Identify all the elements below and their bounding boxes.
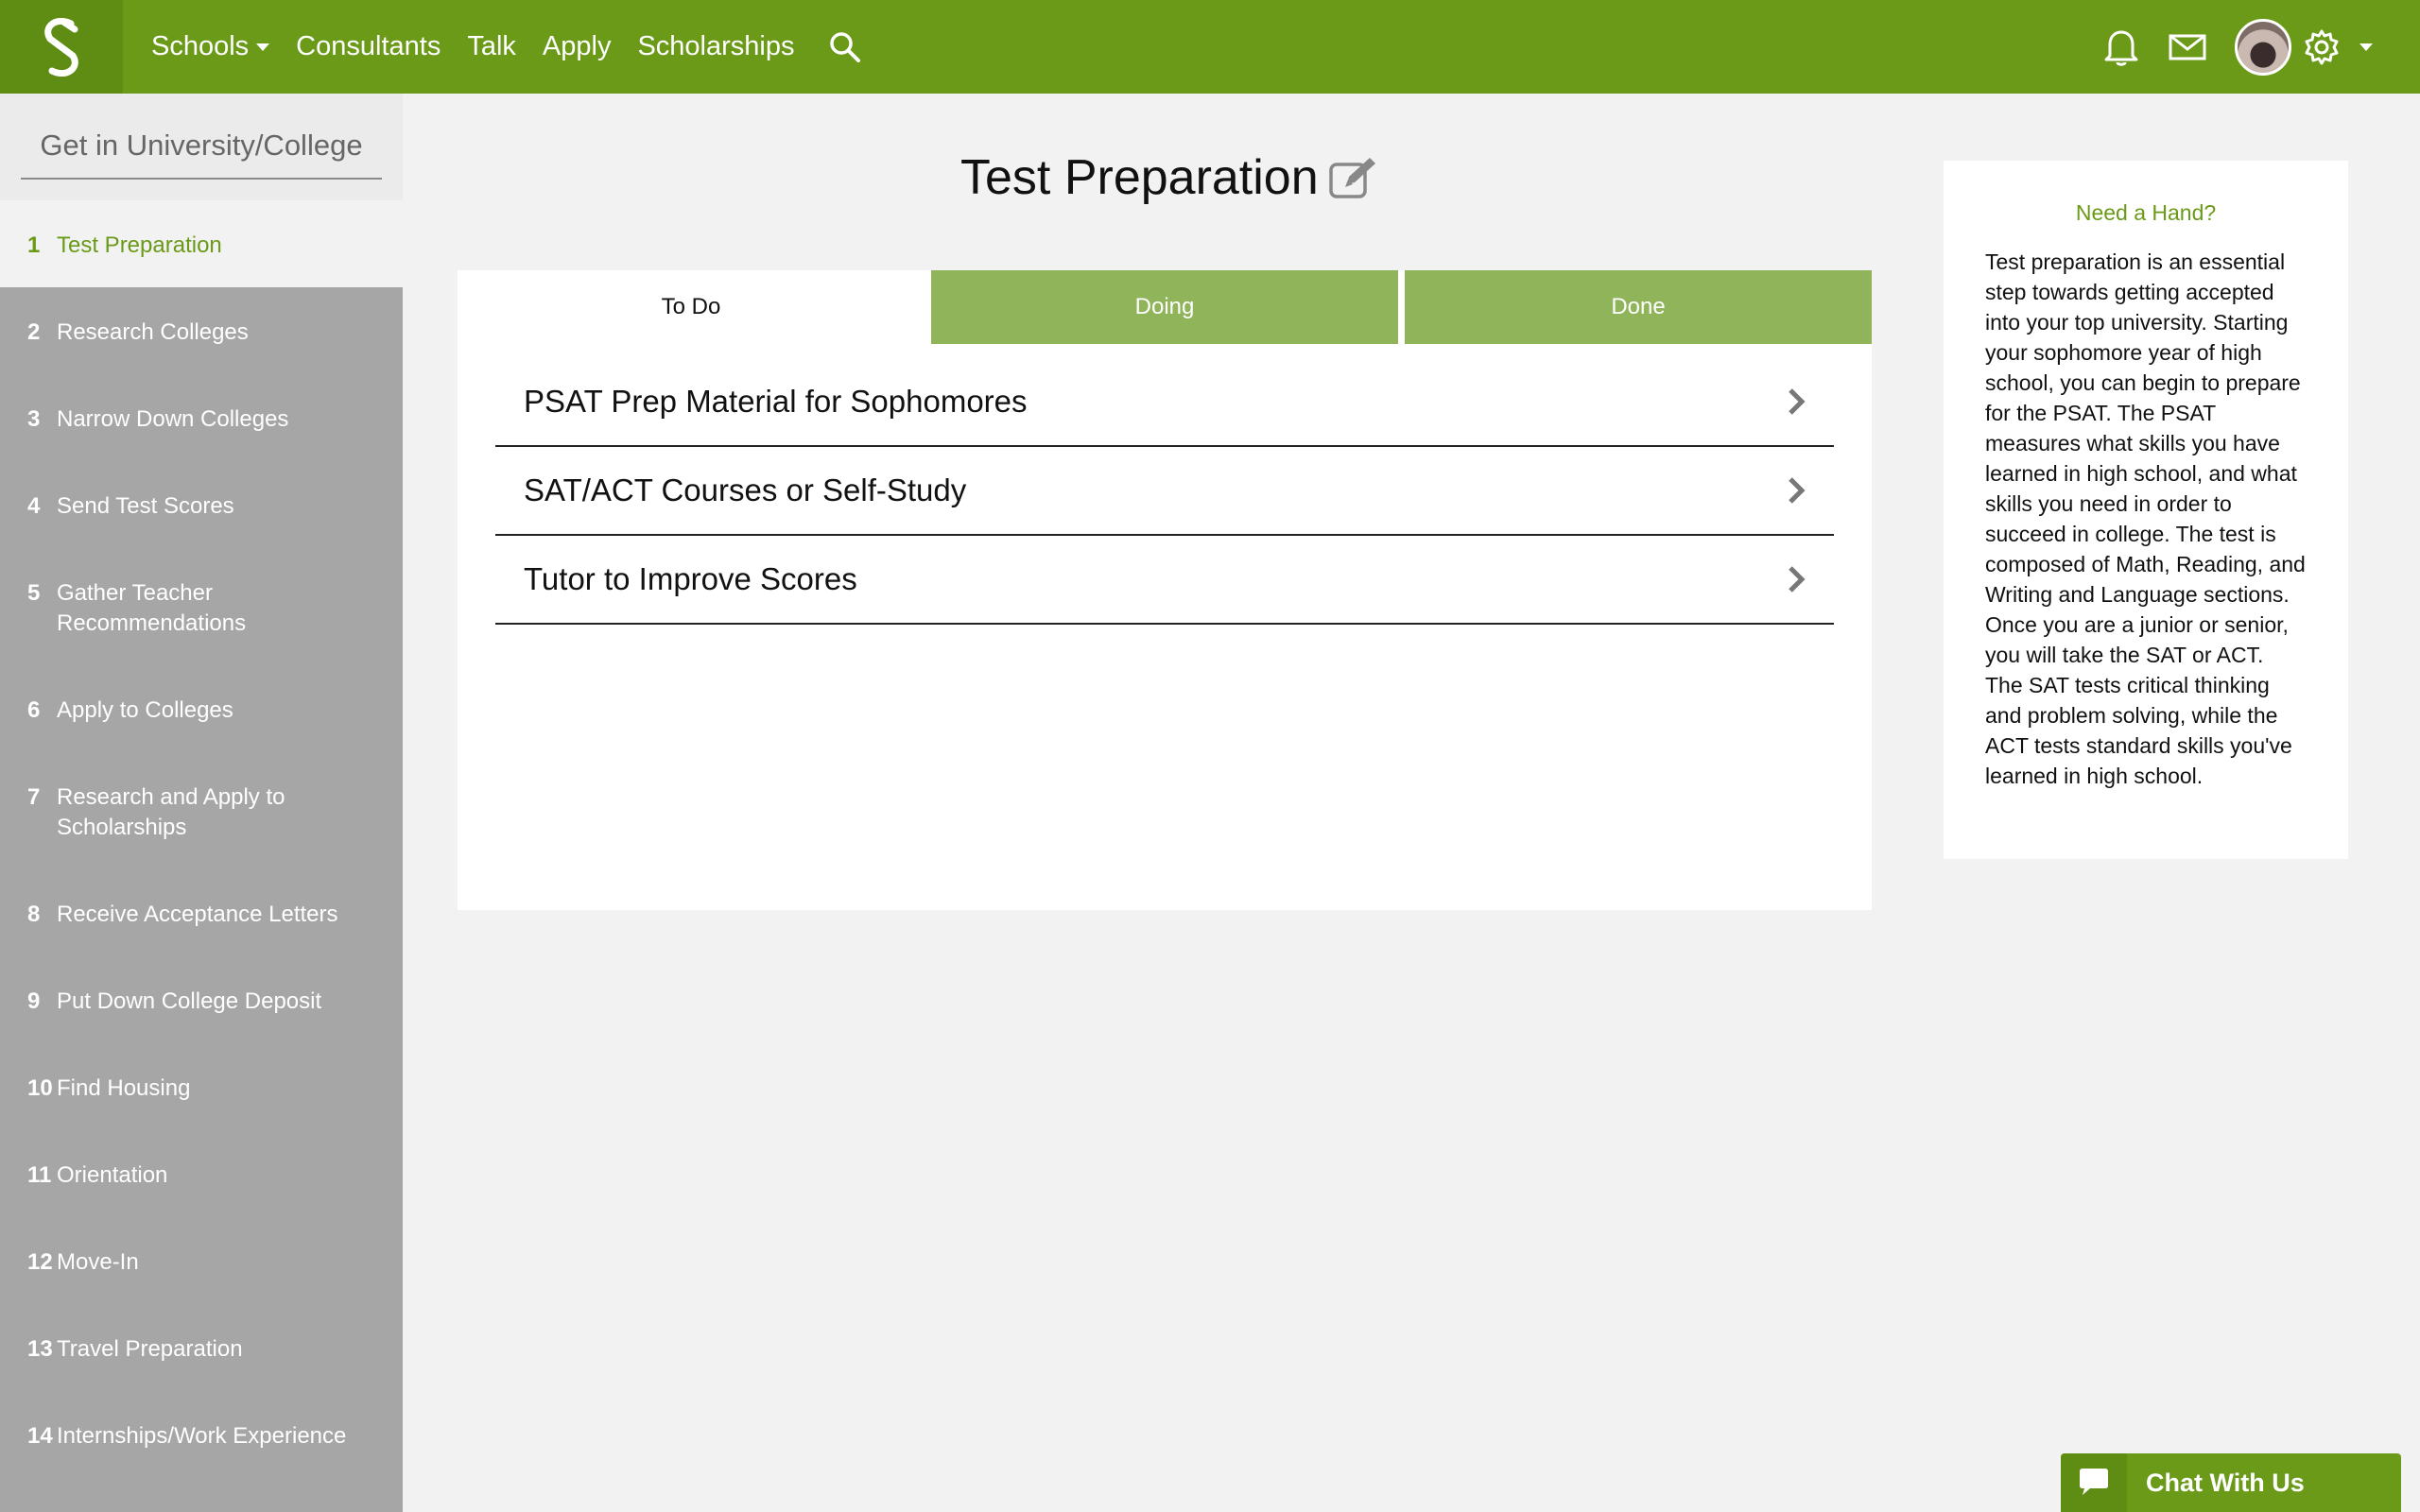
sidebar-item-label: Gather Teacher Recommendations [57, 580, 247, 636]
chevron-right-icon [1787, 387, 1806, 416]
sidebar-list: 1 Test Preparation 2 Research Colleges 3… [0, 200, 403, 1478]
step-number: 2 [27, 319, 41, 345]
sidebar-item-label: Test Preparation [57, 232, 222, 258]
sidebar-item-label: Narrow Down Colleges [57, 406, 289, 432]
mail-icon[interactable] [2169, 33, 2206, 61]
help-title: Need a Hand? [2075, 200, 2217, 225]
sidebar-item-label: Travel Preparation [57, 1336, 243, 1362]
sidebar-item-label: Put Down College Deposit [57, 988, 322, 1014]
nav-talk[interactable]: Talk [467, 31, 516, 62]
sidebar-item-label: Send Test Scores [57, 493, 234, 519]
logo-icon [44, 17, 78, 77]
sidebar-item-teacher-recommendations[interactable]: 5 Gather Teacher Recommendations [0, 548, 403, 665]
page-title: Test Preparation [960, 149, 1379, 206]
chevron-down-icon [256, 43, 270, 51]
step-number: 6 [27, 697, 41, 723]
step-number: 14 [27, 1423, 53, 1449]
help-text: Test preparation is an essential step to… [1985, 249, 2306, 788]
chevron-down-icon [2360, 43, 2373, 51]
sidebar-item-label: Move-In [57, 1249, 139, 1275]
step-number: 5 [27, 580, 41, 606]
nav-apply[interactable]: Apply [543, 31, 612, 62]
gear-icon[interactable] [2303, 28, 2341, 66]
step-number: 7 [27, 784, 41, 810]
settings-dropdown-caret[interactable] [2352, 43, 2373, 51]
sidebar-item-scholarships[interactable]: 7 Research and Apply to Scholarships [0, 752, 403, 869]
avatar[interactable] [2235, 18, 2291, 76]
sidebar-title: Get in University/College [21, 129, 382, 180]
nav-user-area [2074, 0, 2373, 94]
page-title-text: Test Preparation [960, 150, 1319, 205]
sidebar-item-label: Internships/Work Experience [57, 1423, 347, 1449]
task-label: SAT/ACT Courses or Self-Study [524, 472, 967, 507]
chat-bubble-icon [2061, 1453, 2127, 1512]
step-number: 11 [27, 1162, 52, 1188]
search-icon[interactable] [828, 30, 862, 64]
nav-links: Schools Consultants Talk Apply Scholarsh… [151, 30, 862, 64]
chevron-right-icon [1787, 565, 1806, 593]
nav-schools-label: Schools [151, 31, 250, 61]
sidebar-item-send-test-scores[interactable]: 4 Send Test Scores [0, 461, 403, 548]
chat-with-us-button[interactable]: Chat With Us [2061, 1453, 2401, 1512]
task-board: To Do Doing Done PSAT Prep Material for … [458, 270, 1872, 910]
task-list: PSAT Prep Material for Sophomores SAT/AC… [458, 358, 1872, 625]
nav-scholarships[interactable]: Scholarships [637, 31, 794, 62]
step-number: 8 [27, 902, 41, 927]
sidebar-item-narrow-down-colleges[interactable]: 3 Narrow Down Colleges [0, 374, 403, 461]
step-number: 4 [27, 493, 41, 519]
step-number: 12 [27, 1249, 53, 1275]
sidebar-header: Get in University/College [0, 94, 403, 200]
tab-doing[interactable]: Doing [931, 270, 1398, 344]
sidebar: Get in University/College 1 Test Prepara… [0, 94, 403, 1512]
step-number: 10 [27, 1075, 53, 1101]
nav-schools[interactable]: Schools [151, 31, 270, 62]
tab-done[interactable]: Done [1405, 270, 1872, 344]
chevron-right-icon [1787, 476, 1806, 505]
top-navbar: Schools Consultants Talk Apply Scholarsh… [0, 0, 2420, 94]
step-number: 9 [27, 988, 41, 1014]
nav-consultants[interactable]: Consultants [296, 31, 441, 62]
sidebar-item-internships[interactable]: 14 Internships/Work Experience [0, 1391, 403, 1478]
step-number: 3 [27, 406, 41, 432]
step-number: 1 [27, 232, 41, 258]
step-number: 13 [27, 1336, 53, 1362]
sidebar-item-test-preparation[interactable]: 1 Test Preparation [0, 200, 403, 287]
edit-icon[interactable] [1328, 156, 1379, 199]
sidebar-item-label: Research and Apply to Scholarships [57, 784, 285, 840]
bell-icon[interactable] [2102, 27, 2140, 67]
sidebar-item-acceptance-letters[interactable]: 8 Receive Acceptance Letters [0, 869, 403, 956]
sidebar-item-label: Research Colleges [57, 319, 249, 345]
sidebar-item-orientation[interactable]: 11 Orientation [0, 1130, 403, 1217]
help-panel: Need a Hand? Test preparation is an esse… [1944, 161, 2348, 859]
task-tutor[interactable]: Tutor to Improve Scores [495, 536, 1834, 625]
task-label: Tutor to Improve Scores [524, 561, 857, 596]
sidebar-item-move-in[interactable]: 12 Move-In [0, 1217, 403, 1304]
sidebar-item-label: Find Housing [57, 1075, 191, 1101]
sidebar-item-travel-preparation[interactable]: 13 Travel Preparation [0, 1304, 403, 1391]
sidebar-item-apply-to-colleges[interactable]: 6 Apply to Colleges [0, 665, 403, 752]
sidebar-item-research-colleges[interactable]: 2 Research Colleges [0, 287, 403, 374]
status-tabs: To Do Doing Done [458, 270, 1872, 344]
task-psat-prep[interactable]: PSAT Prep Material for Sophomores [495, 358, 1834, 447]
task-label: PSAT Prep Material for Sophomores [524, 384, 1028, 419]
task-sat-act-courses[interactable]: SAT/ACT Courses or Self-Study [495, 447, 1834, 536]
chat-label: Chat With Us [2146, 1468, 2305, 1497]
sidebar-item-college-deposit[interactable]: 9 Put Down College Deposit [0, 956, 403, 1043]
logo[interactable] [0, 0, 123, 94]
tab-to-do[interactable]: To Do [458, 270, 925, 344]
sidebar-item-label: Apply to Colleges [57, 697, 233, 723]
sidebar-item-label: Receive Acceptance Letters [57, 902, 338, 927]
sidebar-item-label: Orientation [57, 1162, 168, 1188]
sidebar-item-find-housing[interactable]: 10 Find Housing [0, 1043, 403, 1130]
